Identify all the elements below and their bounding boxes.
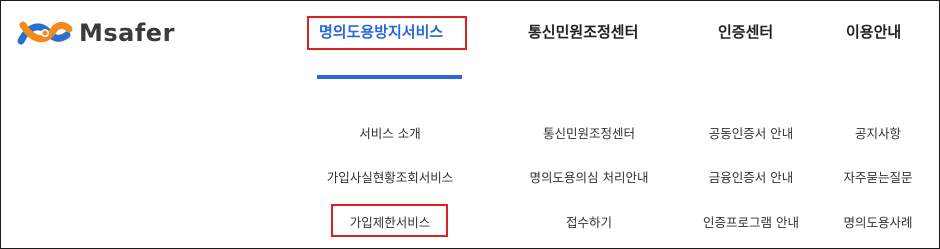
submenu-identity-theft-cases[interactable]: 명의도용사례	[843, 212, 912, 231]
submenu-service-intro[interactable]: 서비스 소개	[359, 123, 420, 142]
brand-logo[interactable]: Msafer	[15, 11, 175, 55]
nav-item-usage-guide[interactable]: 이용안내	[846, 21, 901, 42]
submenu-complaint-mediation-center[interactable]: 통신민원조정센터	[543, 123, 635, 142]
nav-item-complaint-mediation[interactable]: 통신민원조정센터	[528, 21, 638, 42]
nav-active-underline	[317, 75, 462, 79]
submenu-submit-report[interactable]: 접수하기	[566, 212, 612, 231]
nav-item-certification-center[interactable]: 인증센터	[718, 21, 773, 42]
submenu-financial-certificate-guide[interactable]: 금융인증서 안내	[709, 167, 793, 186]
nav-item-identity-theft-prevention[interactable]: 명의도용방지서비스	[319, 21, 443, 42]
submenu-subscription-status-lookup[interactable]: 가입사실현황조회서비스	[327, 167, 454, 186]
submenu-suspected-theft-handling[interactable]: 명의도용의심 처리안내	[530, 167, 649, 186]
submenu-notices[interactable]: 공지사항	[855, 123, 901, 142]
submenu-joint-certificate-guide[interactable]: 공동인증서 안내	[709, 123, 793, 142]
submenu-subscription-restriction[interactable]: 가입제한서비스	[350, 212, 431, 231]
submenu-faq[interactable]: 자주묻는질문	[843, 167, 912, 186]
submenu-certificate-program-guide[interactable]: 인증프로그램 안내	[703, 212, 799, 231]
brand-name: Msafer	[79, 19, 175, 47]
page-frame: Msafer 명의도용방지서비스 통신민원조정센터 인증센터 이용안내 서비스 …	[0, 0, 940, 249]
msafer-logo-icon	[17, 21, 73, 45]
